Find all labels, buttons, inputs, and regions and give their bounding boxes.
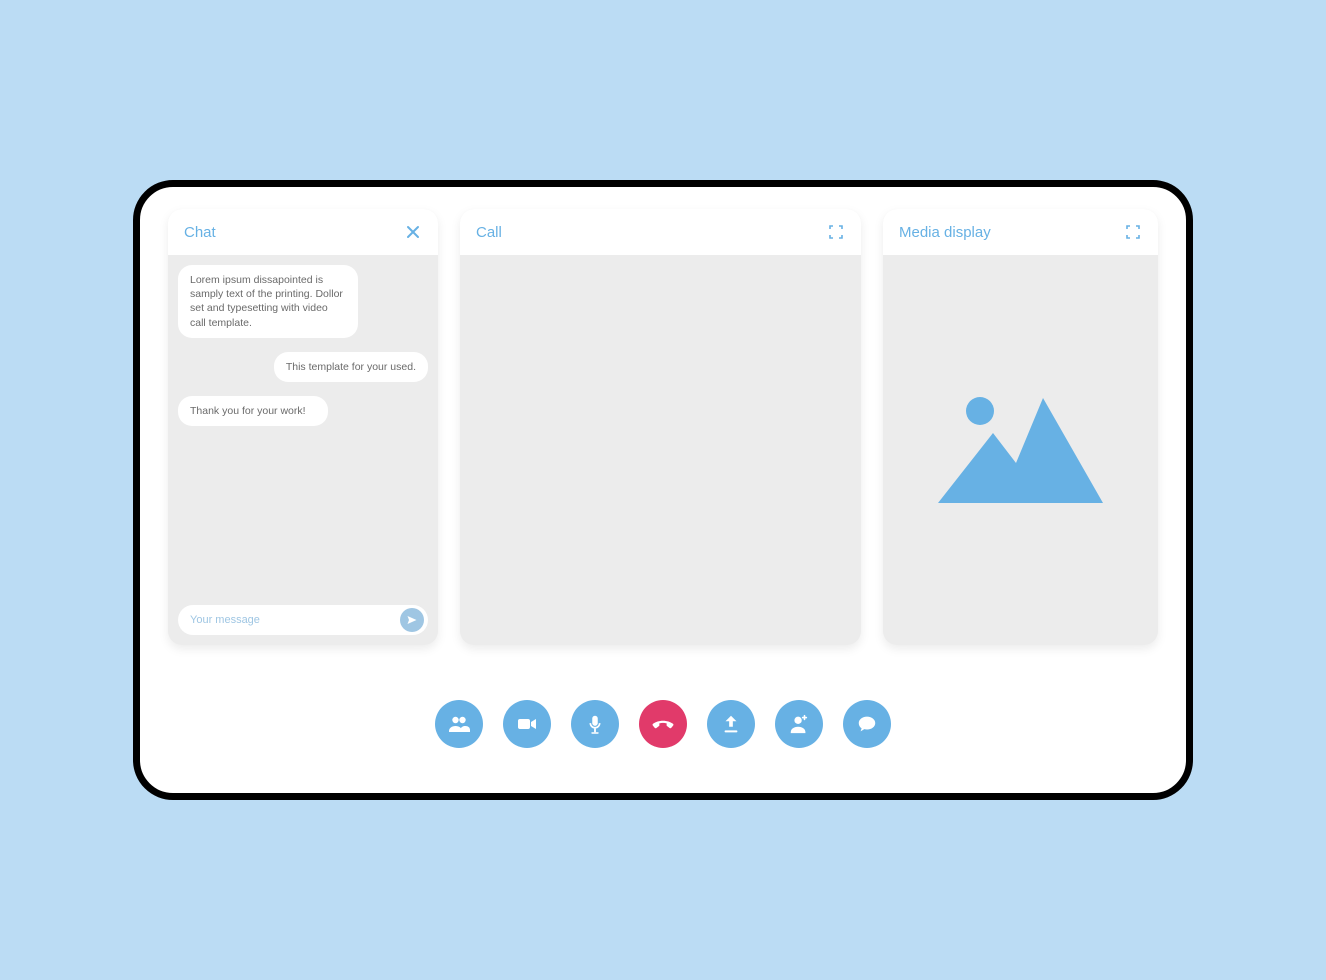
message-input[interactable] — [190, 614, 400, 626]
end-call-button[interactable] — [639, 700, 687, 748]
compose-bar — [178, 605, 428, 635]
chat-title: Chat — [184, 224, 216, 241]
participants-button[interactable] — [435, 700, 483, 748]
chat-message: This template for your used. — [274, 352, 428, 382]
send-button[interactable] — [400, 608, 424, 632]
phone-down-icon — [650, 711, 676, 737]
upload-icon — [720, 713, 742, 735]
call-title: Call — [476, 224, 502, 241]
media-panel: Media display — [883, 209, 1158, 645]
call-panel: Call — [460, 209, 861, 645]
fullscreen-icon[interactable] — [1124, 223, 1142, 241]
call-body — [460, 255, 861, 645]
fullscreen-icon[interactable] — [827, 223, 845, 241]
add-user-button[interactable] — [775, 700, 823, 748]
mic-button[interactable] — [571, 700, 619, 748]
video-button[interactable] — [503, 700, 551, 748]
microphone-icon — [584, 713, 606, 735]
panels-row: Chat Lorem ipsum dissapointed is samply … — [168, 209, 1158, 645]
media-body — [883, 255, 1158, 645]
share-button[interactable] — [707, 700, 755, 748]
media-panel-header: Media display — [883, 209, 1158, 255]
chat-panel-header: Chat — [168, 209, 438, 255]
chat-bubble-icon — [856, 713, 878, 735]
chat-panel: Chat Lorem ipsum dissapointed is samply … — [168, 209, 438, 645]
video-icon — [515, 712, 539, 736]
people-icon — [447, 712, 471, 736]
chat-body: Lorem ipsum dissapointed is samply text … — [168, 255, 438, 645]
close-icon[interactable] — [404, 223, 422, 241]
control-bar — [168, 645, 1158, 765]
device-frame: Chat Lorem ipsum dissapointed is samply … — [133, 180, 1193, 800]
image-placeholder-icon — [938, 393, 1103, 508]
chat-message: Lorem ipsum dissapointed is samply text … — [178, 265, 358, 338]
chat-button[interactable] — [843, 700, 891, 748]
add-user-icon — [788, 713, 810, 735]
call-panel-header: Call — [460, 209, 861, 255]
chat-message: Thank you for your work! — [178, 396, 328, 426]
media-title: Media display — [899, 224, 991, 241]
